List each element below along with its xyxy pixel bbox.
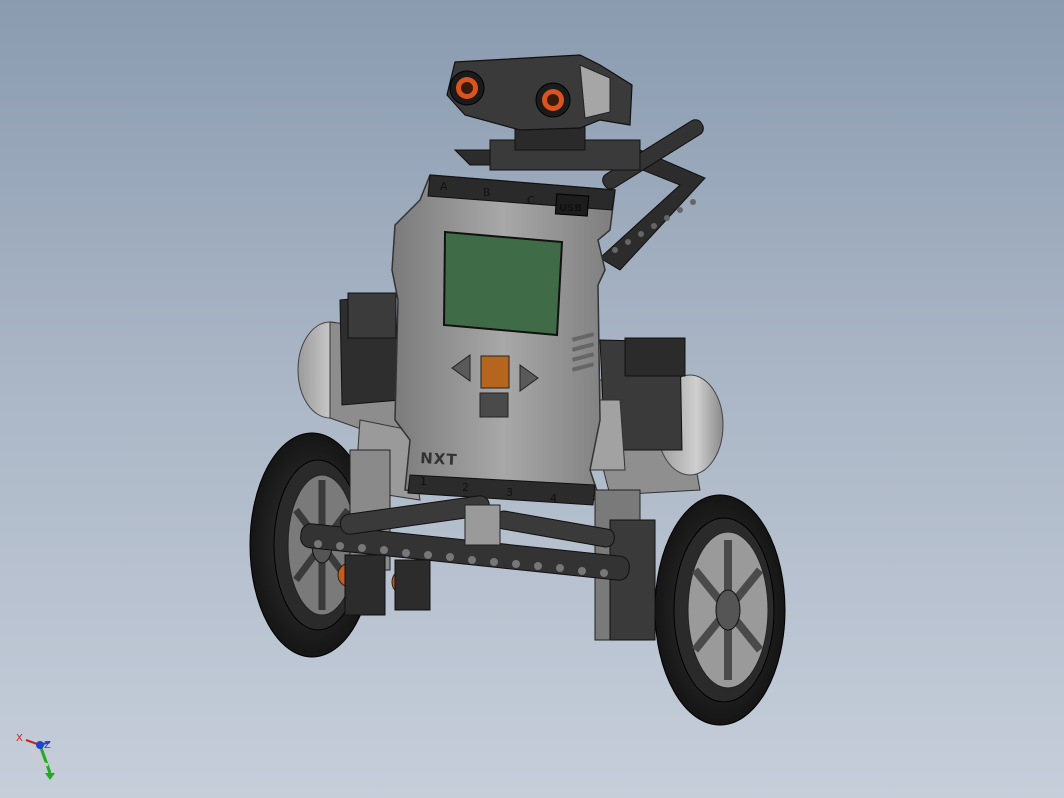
input-port-2-label: 2 — [462, 481, 469, 494]
input-port-1-label: 1 — [420, 475, 427, 488]
coordinate-triad[interactable]: X Z — [16, 733, 55, 780]
output-port-b-label: B — [483, 186, 491, 199]
usb-port-label: USB — [559, 203, 582, 214]
output-port-c-label: C — [527, 194, 535, 207]
right-wheel[interactable] — [654, 494, 786, 726]
x-axis-label: X — [16, 733, 23, 744]
nxt-brick[interactable]: A B C USB NXT 1 2 3 4 — [391, 174, 616, 506]
robot-model-canvas[interactable]: A B C USB NXT 1 2 3 4 X Z — [0, 0, 1064, 798]
back-button[interactable] — [479, 392, 509, 418]
brand-label: NXT — [420, 449, 458, 469]
ultrasonic-sensor[interactable] — [446, 54, 633, 151]
output-port-a-label: A — [440, 180, 448, 193]
input-port-3-label: 3 — [506, 486, 513, 499]
enter-button[interactable] — [480, 355, 510, 389]
cad-viewport[interactable]: A B C USB NXT 1 2 3 4 X Z — [0, 0, 1064, 798]
input-port-4-label: 4 — [550, 492, 557, 505]
z-axis-label: Z — [44, 740, 51, 751]
lcd-screen — [442, 230, 564, 337]
